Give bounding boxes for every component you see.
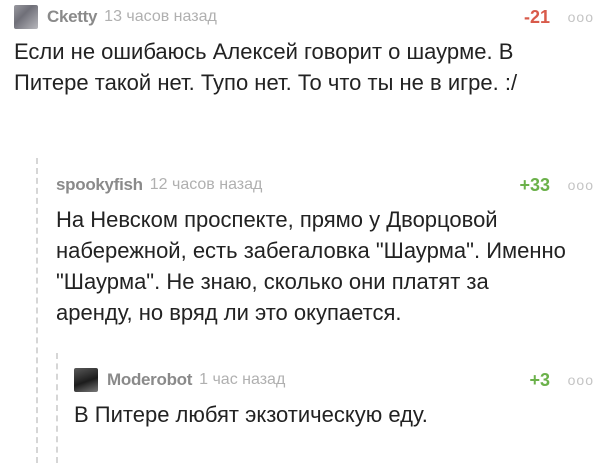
comment-text: На Невском проспекте, прямо у Дворцовой … [56,207,566,325]
comment: Moderobot 1 час назад +3 ooo В Питере лю… [74,363,594,430]
comment-header: Cketty 13 часов назад -21 ooo [14,0,594,34]
more-options-icon[interactable]: ooo [568,9,594,25]
comment-header: Moderobot 1 час назад +3 ooo [74,363,594,397]
comment-text: В Питере любят экзотическую еду. [74,402,428,427]
timestamp[interactable]: 12 часов назад [150,176,263,194]
username[interactable]: spookyfish [56,175,143,195]
comment: Cketty 13 часов назад -21 ooo Если не ош… [14,0,594,98]
username[interactable]: Moderobot [107,370,192,390]
thread-line [36,158,38,463]
comment-rating: +3 [529,369,550,390]
avatar[interactable] [14,5,38,29]
comment: spookyfish 12 часов назад +33 ooo На Нев… [56,168,594,328]
timestamp[interactable]: 13 часов назад [104,8,217,26]
thread-line [56,353,58,463]
comment-rating: +33 [519,174,550,195]
username[interactable]: Cketty [47,7,97,27]
timestamp[interactable]: 1 час назад [199,371,285,389]
comment-text: Если не ошибаюсь Алексей говорит о шаурм… [14,39,518,95]
comment-rating: -21 [523,6,550,27]
more-options-icon[interactable]: ooo [568,177,594,193]
comment-header: spookyfish 12 часов назад +33 ooo [56,168,594,202]
more-options-icon[interactable]: ooo [568,372,594,388]
avatar[interactable] [74,368,98,392]
